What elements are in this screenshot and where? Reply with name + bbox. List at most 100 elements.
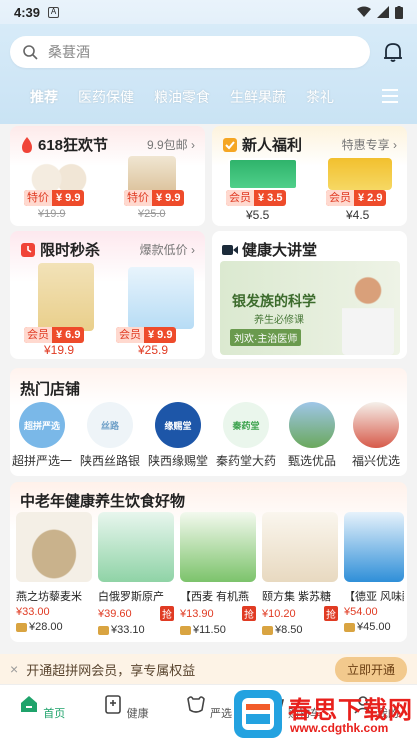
nav-health[interactable]: 健康 [83,685,166,741]
product-card[interactable]: 【西麦 有机燕 ¥13.90 抢 ¥11.50 [180,512,256,636]
wifi-icon [357,6,371,17]
lecture-speaker: 刘欢·主治医师 [230,329,302,346]
price-tag: 特价 ¥ 9.9 [124,190,185,206]
clock-icon [21,242,35,257]
cow-icon [187,696,205,713]
product-image [262,512,338,582]
shop-item[interactable]: 福兴优选 [346,402,406,469]
price-tag: 会员 ¥ 3.5 [226,190,287,206]
new-user-sub[interactable]: 特惠专享 › [342,136,397,153]
product-image [98,512,174,582]
grab-button[interactable]: 抢 [242,606,256,621]
tab-grain[interactable]: 粮油零食 [144,81,220,113]
health-icon [104,695,121,714]
product-name: 白俄罗斯原产 [98,591,164,603]
product-name: 燕之坊藜麦米 [16,591,82,603]
promo-618-sub[interactable]: 9.9包邮 › [147,136,195,153]
shop-item[interactable]: 超拼严选 超拼严选一 [12,402,72,469]
tab-tea[interactable]: 茶礼 [296,81,344,113]
video-icon [222,244,238,255]
product-price: ¥13.90 [180,607,214,620]
member-promo-text: 开通超拼网会员，享专属权益 [26,662,196,678]
member-price: ¥5.5 [246,208,270,222]
shop-item[interactable]: 缘赐堂 陕西缘赐堂 [148,402,208,469]
vip-price: ¥11.50 [180,624,256,636]
speaker-photo [342,269,394,355]
search-bar[interactable]: 桑葚酒 [10,36,370,68]
product-card[interactable]: 颐方集 紫苏糖 ¥10.20 抢 ¥8.50 [262,512,338,636]
old-price: ¥19.9 [38,208,66,220]
shop-logo [289,402,335,448]
tab-medical[interactable]: 医药保健 [68,81,144,113]
health-title: 中老年健康养生饮食好物 [20,493,186,510]
product-price: ¥39.60 [98,607,132,620]
flash-sale-card[interactable]: 限时秒杀 爆款低价 › 会员 ¥ 6.9 ¥19.9 会员 ¥ 9.9 ¥25.9 [10,231,205,359]
shop-item[interactable]: 甄选优品 [282,402,342,469]
lecture-headline: 银发族的科学 [232,293,316,309]
promo-618-title: 618狂欢节 [20,134,108,155]
flash-sale-sub[interactable]: 爆款低价 › [140,241,195,258]
tab-recommend[interactable]: 推荐 [20,81,68,113]
shop-logo: 丝路 [87,402,133,448]
shop-item[interactable]: 秦药堂 秦药堂大药 [216,402,276,469]
nav-home[interactable]: 首页 [0,685,83,741]
hot-shops-title: 热门店铺 [20,381,81,398]
header: 桑葚酒 推荐 医药保健 粮油零食 生鲜果蔬 茶礼 [0,24,417,124]
product-image [344,512,404,582]
shop-logo: 缘赐堂 [155,402,201,448]
new-user-title: 新人福利 [222,134,302,155]
shop-item[interactable]: 丝路 陕西丝路银 [80,402,140,469]
shop-logo: 超拼严选 [19,402,65,448]
lecture-banner[interactable]: 银发族的科学 养生必修课 刘欢·主治医师 [220,261,400,355]
vip-price: ¥45.00 [344,621,404,633]
watermark-url: www.cdgthk.com [290,721,389,735]
close-icon[interactable]: × [10,661,18,677]
old-price: ¥25.0 [138,208,166,220]
vip-icon [344,622,355,632]
grab-button[interactable]: 抢 [160,606,174,621]
price-tag: 会员 ¥ 9.9 [116,327,177,343]
flash-sale-title: 限时秒杀 [20,239,100,260]
promo-618-card[interactable]: 618狂欢节 9.9包邮 › 特价 ¥ 9.9 ¥19.9 特价 ¥ 9.9 ¥25… [10,126,205,226]
product-price: ¥33.00 [16,606,50,618]
status-bar: 4:39 A [0,0,417,24]
price-tag: 会员 ¥ 2.9 [326,190,387,206]
grab-button[interactable]: 抢 [324,606,338,621]
member-price: ¥19.9 [44,343,75,357]
price-tag: 特价 ¥ 9.9 [24,190,85,206]
product-image[interactable] [128,267,194,329]
product-name: 【德亚 风味酸 [344,591,404,603]
shop-logo: 秦药堂 [223,402,269,448]
menu-icon[interactable] [381,88,399,104]
hot-shops-section: 热门店铺 超拼严选 超拼严选一 丝路 陕西丝路银 缘赐堂 陕西缘赐堂 秦药堂 秦药堂大药… [10,368,407,476]
member-price: ¥4.5 [346,208,370,222]
lecture-title: 健康大讲堂 [222,239,317,260]
member-price: ¥25.9 [138,343,169,357]
tab-fresh[interactable]: 生鲜果蔬 [220,81,296,113]
battery-icon [395,5,403,19]
product-image[interactable] [328,158,392,190]
open-membership-button[interactable]: 立即开通 [334,657,407,682]
flame-icon [22,136,32,153]
product-card[interactable]: 燕之坊藜麦米 ¥33.00 ¥28.00 [16,512,92,633]
product-card[interactable]: 【德亚 风味酸 ¥54.00 ¥45.00 [344,512,404,633]
product-name: 【西麦 有机燕 [180,591,250,603]
vip-icon [180,625,191,635]
vip-icon [16,622,27,632]
health-products-section: 中老年健康养生饮食好物 燕之坊藜麦米 ¥33.00 ¥28.00 白俄罗斯原产 … [10,482,407,642]
search-input[interactable]: 桑葚酒 [48,42,90,62]
member-promo-bar: × 开通超拼网会员，享专属权益 立即开通 [0,654,417,684]
shop-logo [353,402,399,448]
product-card[interactable]: 白俄罗斯原产 ¥39.60 抢 ¥33.10 [98,512,174,636]
product-image[interactable] [228,158,298,190]
lecture-subtitle: 养生必修课 [254,315,304,326]
health-lecture-card[interactable]: 健康大讲堂 银发族的科学 养生必修课 刘欢·主治医师 [212,231,407,359]
product-image[interactable] [38,263,94,331]
watermark: 春思下载网 www.cdgthk.com [232,688,417,741]
bell-icon[interactable] [381,40,405,64]
new-user-card[interactable]: 新人福利 特惠专享 › 会员 ¥ 3.5 ¥5.5 会员 ¥ 2.9 ¥4.5 [212,126,407,226]
watermark-logo [234,690,282,738]
gift-icon [223,137,237,152]
product-image [180,512,256,582]
price-tag: 会员 ¥ 6.9 [24,327,85,343]
